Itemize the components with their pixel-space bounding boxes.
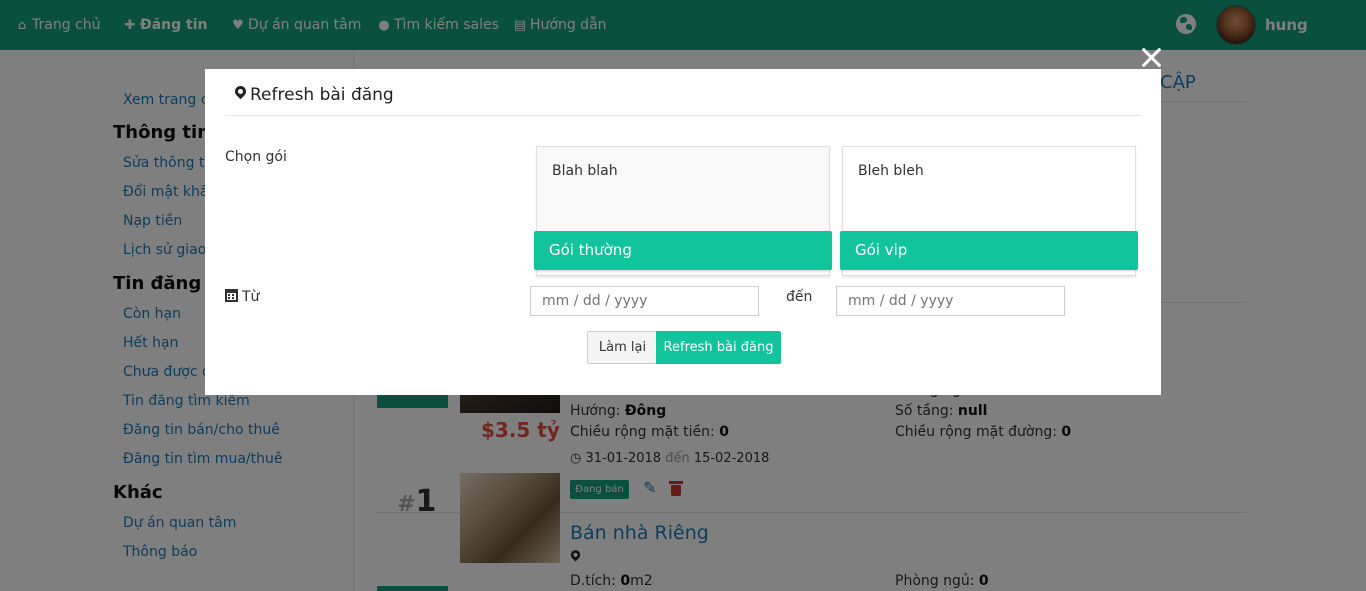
choose-package-label: Chọn gói bbox=[225, 149, 287, 165]
modal-title-text: Refresh bài đăng bbox=[250, 85, 394, 105]
date-to-label: đến bbox=[786, 289, 813, 305]
date-from-label-text: Từ bbox=[242, 289, 260, 305]
date-to-input[interactable] bbox=[836, 286, 1065, 316]
refresh-post-button[interactable]: Refresh bài đăng bbox=[656, 331, 781, 364]
map-marker-icon bbox=[235, 86, 246, 102]
package-description: Blah blah bbox=[552, 163, 618, 179]
modal-divider bbox=[225, 115, 1141, 116]
refresh-post-modal: Refresh bài đăng Chọn gói Blah blah Gói … bbox=[205, 69, 1161, 395]
calendar-icon bbox=[225, 289, 238, 302]
date-from-input[interactable] bbox=[530, 286, 759, 316]
modal-title: Refresh bài đăng bbox=[235, 85, 394, 105]
close-icon[interactable] bbox=[1139, 45, 1163, 69]
date-from-label: Từ bbox=[225, 289, 259, 305]
package-standard-button[interactable]: Gói thường bbox=[534, 231, 832, 270]
package-description: Bleh bleh bbox=[858, 163, 924, 179]
package-vip-button[interactable]: Gói vip bbox=[840, 231, 1138, 270]
reset-button[interactable]: Làm lại bbox=[587, 331, 657, 364]
